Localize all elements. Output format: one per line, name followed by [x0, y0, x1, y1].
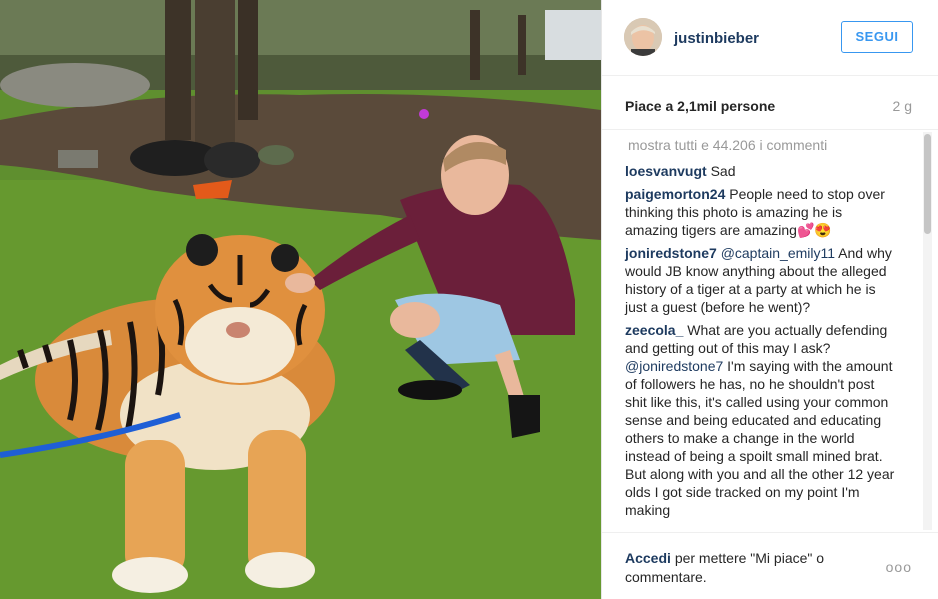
- comment-author[interactable]: zeecola_: [625, 322, 683, 338]
- username-link[interactable]: justinbieber: [674, 30, 759, 47]
- comment-author[interactable]: paigemorton24: [625, 186, 725, 202]
- comment-item: joniredstone7 @captain_emily11 And why w…: [625, 244, 895, 316]
- login-link[interactable]: Accedi: [625, 550, 671, 566]
- view-all-comments-link[interactable]: mostra tutti e 44.206 i commenti: [628, 137, 827, 153]
- comment-mention[interactable]: @joniredstone7: [625, 358, 723, 374]
- post-time[interactable]: 2 g: [893, 98, 912, 114]
- comment-text: Sad: [710, 163, 736, 179]
- post-header: justinbieber SEGUI: [602, 0, 938, 76]
- post-photo[interactable]: [0, 0, 601, 599]
- comments-section: mostra tutti e 44.206 i commenti loesvan…: [602, 130, 938, 532]
- login-prompt: Accedi per mettere "Mi piace" o commenta…: [625, 549, 865, 587]
- comment-item: loesvanvugt Sad: [625, 162, 895, 180]
- post-footer: Accedi per mettere "Mi piace" o commenta…: [602, 532, 938, 599]
- comment-item: zeecola_ What are you actually defending…: [625, 321, 895, 519]
- comment-mention[interactable]: @captain_emily11: [721, 245, 835, 261]
- avatar[interactable]: [624, 18, 662, 56]
- tiger-photo-illustration: [0, 0, 601, 599]
- comments-scrollbar-thumb[interactable]: [924, 134, 931, 234]
- likes-row: Piace a 2,1mil persone 2 g: [602, 76, 938, 130]
- comment-list: loesvanvugt Sad paigemorton24 People nee…: [625, 162, 895, 524]
- more-options-icon[interactable]: ooo: [886, 559, 912, 575]
- comment-author[interactable]: joniredstone7: [625, 245, 717, 261]
- avatar-illustration: [624, 18, 662, 56]
- post-sidebar: justinbieber SEGUI Piace a 2,1mil person…: [601, 0, 938, 599]
- follow-button[interactable]: SEGUI: [841, 21, 913, 53]
- comment-author[interactable]: loesvanvugt: [625, 163, 707, 179]
- comment-text: I'm saying with the amount of followers …: [625, 358, 895, 518]
- comment-item: paigemorton24 People need to stop over t…: [625, 185, 895, 239]
- likes-count[interactable]: Piace a 2,1mil persone: [625, 98, 775, 114]
